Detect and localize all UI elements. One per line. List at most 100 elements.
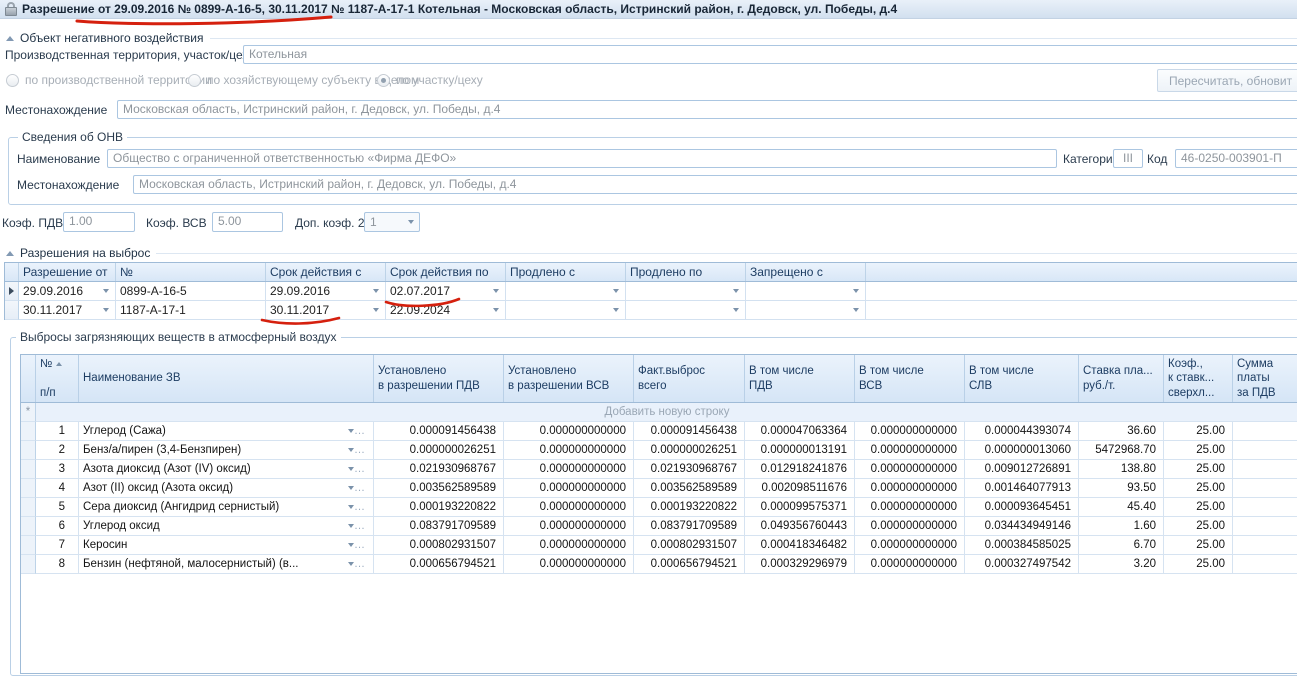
cell-permit-number[interactable]: 1187-А-17-1 xyxy=(116,301,266,320)
cell-extended-to[interactable] xyxy=(626,282,746,301)
cell-rate[interactable]: 138.80 xyxy=(1079,460,1164,479)
category-input[interactable]: III xyxy=(1113,149,1143,168)
ellipsis-button[interactable]: … xyxy=(354,555,365,573)
row-indicator[interactable] xyxy=(5,301,19,320)
cell-set-pdv[interactable]: 0.000000026251 xyxy=(374,441,504,460)
chevron-down-icon[interactable] xyxy=(733,308,739,312)
cell-num[interactable]: 6 xyxy=(36,517,79,536)
cell-fact[interactable]: 0.021930968767 xyxy=(634,460,745,479)
cell-sum[interactable] xyxy=(1233,422,1297,441)
row-indicator[interactable] xyxy=(21,422,36,441)
cell-incl-slv[interactable]: 0.000327497542 xyxy=(965,555,1079,574)
cell-coef[interactable]: 25.00 xyxy=(1164,460,1233,479)
cell-fact[interactable]: 0.000656794521 xyxy=(634,555,745,574)
cell-set-vsv[interactable]: 0.000000000000 xyxy=(504,479,634,498)
cell-permit-date[interactable]: 30.11.2017 xyxy=(19,301,116,320)
radio-icon[interactable] xyxy=(6,74,19,87)
chevron-down-icon[interactable] xyxy=(493,289,499,293)
cell-set-vsv[interactable]: 0.000000000000 xyxy=(504,555,634,574)
column-header[interactable]: Запрещено с xyxy=(746,263,866,281)
chevron-down-icon[interactable] xyxy=(373,308,379,312)
cell-fact[interactable]: 0.000193220822 xyxy=(634,498,745,517)
section-header-permits[interactable]: Разрешения на выброс xyxy=(6,246,1297,260)
cell-sum[interactable] xyxy=(1233,555,1297,574)
cell-incl-slv[interactable]: 0.000044393074 xyxy=(965,422,1079,441)
cell-substance[interactable]: Бенз/а/пирен (3,4-Бензпирен)… xyxy=(79,441,374,460)
column-header-sum[interactable]: Сумма платы за ПДВ xyxy=(1233,355,1297,402)
cell-coef[interactable]: 25.00 xyxy=(1164,536,1233,555)
cell-incl-slv[interactable]: 0.001464077913 xyxy=(965,479,1079,498)
cell-set-vsv[interactable]: 0.000000000000 xyxy=(504,441,634,460)
row-indicator[interactable] xyxy=(21,536,36,555)
code-input[interactable]: 46-0250-003901-П xyxy=(1175,149,1297,168)
cell-set-vsv[interactable]: 0.000000000000 xyxy=(504,498,634,517)
column-header[interactable]: Срок действия с xyxy=(266,263,386,281)
row-indicator[interactable] xyxy=(21,498,36,517)
cell-incl-slv[interactable]: 0.009012726891 xyxy=(965,460,1079,479)
collapse-icon[interactable] xyxy=(6,251,14,256)
cell-substance[interactable]: Керосин… xyxy=(79,536,374,555)
cell-coef[interactable]: 25.00 xyxy=(1164,498,1233,517)
cell-incl-pdv[interactable]: 0.002098511676 xyxy=(745,479,855,498)
cell-rate[interactable]: 1.60 xyxy=(1079,517,1164,536)
onv-name-input[interactable]: Общество с ограниченной ответственностью… xyxy=(107,149,1057,168)
cell-sum[interactable] xyxy=(1233,460,1297,479)
cell-rate[interactable]: 93.50 xyxy=(1079,479,1164,498)
cell-set-pdv[interactable]: 0.000193220822 xyxy=(374,498,504,517)
cell-incl-pdv[interactable]: 0.000000013191 xyxy=(745,441,855,460)
cell-sum[interactable] xyxy=(1233,441,1297,460)
cell-rate[interactable]: 36.60 xyxy=(1079,422,1164,441)
column-header-num[interactable]: № п/п xyxy=(36,355,79,402)
collapse-icon[interactable] xyxy=(6,36,14,41)
row-indicator[interactable] xyxy=(21,517,36,536)
column-header-substance[interactable]: Наименование ЗВ xyxy=(79,355,374,402)
cell-sum[interactable] xyxy=(1233,517,1297,536)
coef-pdv-input[interactable]: 1.00 xyxy=(63,212,135,232)
radio-selected-icon[interactable] xyxy=(377,74,390,87)
cell-coef[interactable]: 25.00 xyxy=(1164,517,1233,536)
coef-vsv-input[interactable]: 5.00 xyxy=(212,212,283,232)
cell-extended-from[interactable] xyxy=(506,301,626,320)
cell-banned-from[interactable] xyxy=(746,282,866,301)
column-header-fact[interactable]: Факт.выброс всего xyxy=(634,355,745,402)
ellipsis-button[interactable]: … xyxy=(354,536,365,554)
row-indicator[interactable] xyxy=(21,460,36,479)
cell-fact[interactable]: 0.083791709589 xyxy=(634,517,745,536)
chevron-down-icon[interactable] xyxy=(408,220,414,224)
chevron-down-icon[interactable] xyxy=(853,308,859,312)
cell-coef[interactable]: 25.00 xyxy=(1164,479,1233,498)
cell-coef[interactable]: 25.00 xyxy=(1164,422,1233,441)
ellipsis-button[interactable]: … xyxy=(354,422,365,440)
cell-coef[interactable]: 25.00 xyxy=(1164,441,1233,460)
cell-substance[interactable]: Углерод оксид… xyxy=(79,517,374,536)
cell-set-vsv[interactable]: 0.000000000000 xyxy=(504,536,634,555)
cell-incl-vsv[interactable]: 0.000000000000 xyxy=(855,422,965,441)
coef-extra-combo[interactable]: 1 xyxy=(364,212,420,232)
onv-location-input[interactable]: Московская область, Истринский район, г.… xyxy=(133,175,1297,194)
cell-set-pdv[interactable]: 0.000656794521 xyxy=(374,555,504,574)
cell-num[interactable]: 8 xyxy=(36,555,79,574)
cell-extended-from[interactable] xyxy=(506,282,626,301)
cell-banned-from[interactable] xyxy=(746,301,866,320)
cell-incl-vsv[interactable]: 0.000000000000 xyxy=(855,555,965,574)
cell-incl-pdv[interactable]: 0.000047063364 xyxy=(745,422,855,441)
cell-incl-vsv[interactable]: 0.000000000000 xyxy=(855,536,965,555)
cell-substance[interactable]: Азот (II) оксид (Азота оксид)… xyxy=(79,479,374,498)
column-header-set-pdv[interactable]: Установлено в разрешении ПДВ xyxy=(374,355,504,402)
cell-incl-pdv[interactable]: 0.049356760443 xyxy=(745,517,855,536)
cell-set-pdv[interactable]: 0.021930968767 xyxy=(374,460,504,479)
cell-set-pdv[interactable]: 0.003562589589 xyxy=(374,479,504,498)
cell-num[interactable]: 4 xyxy=(36,479,79,498)
chevron-down-icon[interactable] xyxy=(613,308,619,312)
cell-sum[interactable] xyxy=(1233,479,1297,498)
chevron-down-icon[interactable] xyxy=(373,289,379,293)
cell-valid-to[interactable]: 22.09.2024 xyxy=(386,301,506,320)
cell-rate[interactable]: 3.20 xyxy=(1079,555,1164,574)
cell-valid-to[interactable]: 02.07.2017 xyxy=(386,282,506,301)
cell-set-vsv[interactable]: 0.000000000000 xyxy=(504,460,634,479)
column-header-incl-slv[interactable]: В том числе СЛВ xyxy=(965,355,1079,402)
cell-extended-to[interactable] xyxy=(626,301,746,320)
cell-valid-from[interactable]: 30.11.2017 xyxy=(266,301,386,320)
row-indicator[interactable] xyxy=(21,555,36,574)
cell-substance[interactable]: Азота диоксид (Азот (IV) оксид)… xyxy=(79,460,374,479)
